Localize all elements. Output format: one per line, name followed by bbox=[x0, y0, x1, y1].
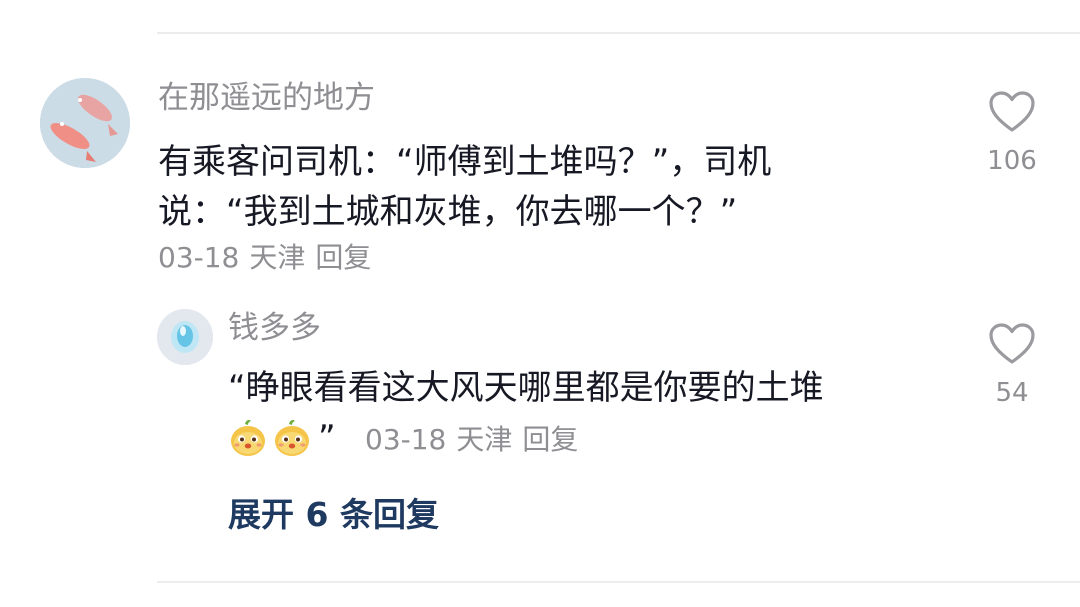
reply-meta: 03-18 天津 回复 bbox=[365, 420, 578, 460]
comment-location: 天津 bbox=[249, 241, 306, 274]
comment-text-line-2: 说：“我到土城和灰堆，你去哪一个？” bbox=[158, 192, 738, 232]
reply-date: 03-18 bbox=[365, 423, 447, 456]
reply-location: 天津 bbox=[456, 423, 513, 456]
comment-meta: 03-18 天津 回复 bbox=[158, 238, 371, 278]
reply-avatar[interactable] bbox=[157, 309, 213, 365]
reply-like-button[interactable]: 54 bbox=[972, 322, 1052, 408]
bottom-divider bbox=[157, 581, 1080, 583]
cartoon-face-emoji-icon bbox=[231, 420, 265, 456]
comment-date: 03-18 bbox=[158, 241, 240, 274]
top-divider bbox=[157, 32, 1080, 34]
heart-icon bbox=[989, 91, 1035, 132]
crystal-avatar-icon bbox=[157, 309, 213, 365]
reply-reply-button[interactable]: 回复 bbox=[522, 423, 578, 456]
reply-text-line-1: “睁眼看看这大风天哪里都是你要的土堆 bbox=[228, 368, 824, 408]
comment-text-line-1: 有乘客问司机：“师傅到土堆吗？”，司机 bbox=[158, 142, 772, 182]
reply-close-quote: ” bbox=[318, 418, 336, 458]
comment-like-count: 106 bbox=[987, 146, 1037, 176]
comment-username[interactable]: 在那遥远的地方 bbox=[158, 78, 375, 118]
comment-reply-button[interactable]: 回复 bbox=[315, 241, 371, 274]
cartoon-face-emoji-icon bbox=[275, 420, 309, 456]
comment-like-button[interactable]: 106 bbox=[972, 90, 1052, 176]
reply-username[interactable]: 钱多多 bbox=[228, 308, 321, 348]
reply-like-count: 54 bbox=[995, 378, 1029, 408]
heart-icon bbox=[989, 323, 1035, 364]
expand-replies-button[interactable]: 展开 6 条回复 bbox=[228, 492, 439, 538]
reply-emoji-row: ” bbox=[228, 413, 336, 463]
avatar[interactable] bbox=[40, 78, 130, 168]
koi-fish-avatar-icon bbox=[40, 78, 130, 168]
